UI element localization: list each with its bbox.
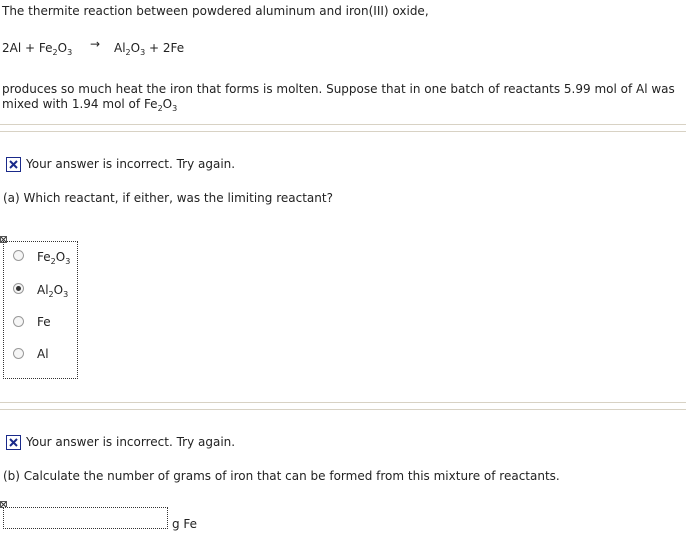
radio-fe2o3[interactable] bbox=[13, 250, 24, 261]
grams-iron-input[interactable] bbox=[3, 507, 168, 529]
reactant-al: 2Al bbox=[2, 41, 22, 55]
option-label-al: Al bbox=[37, 347, 49, 361]
option-label-al2o3: Al2O3 bbox=[37, 283, 69, 299]
part-a-feedback: Your answer is incorrect. Try again. bbox=[26, 157, 236, 171]
radio-fe[interactable] bbox=[13, 316, 24, 327]
equation-plus: + bbox=[25, 41, 36, 55]
reactant-fe2o3: Fe2O3 bbox=[38, 41, 73, 57]
reaction-arrow: → bbox=[90, 37, 101, 51]
unit-label: g Fe bbox=[172, 517, 198, 531]
intro-text: The thermite reaction between powdered a… bbox=[2, 4, 429, 18]
option-label-fe: Fe bbox=[37, 315, 51, 329]
section-divider bbox=[0, 124, 686, 132]
product-fe: + 2Fe bbox=[149, 41, 185, 55]
option-label-fe2o3: Fe2O3 bbox=[37, 250, 71, 266]
incorrect-x-icon bbox=[6, 435, 21, 450]
part-b-question: (b) Calculate the number of grams of iro… bbox=[3, 469, 560, 483]
radio-al[interactable] bbox=[13, 348, 24, 359]
chemical-equation: 2Al + Fe2O3 bbox=[2, 41, 73, 57]
section-divider bbox=[0, 402, 686, 410]
problem-text-line2: mixed with 1.94 mol of Fe2O3 bbox=[2, 97, 178, 113]
part-b-feedback: Your answer is incorrect. Try again. bbox=[26, 435, 236, 449]
incorrect-x-icon bbox=[6, 157, 21, 172]
radio-al2o3[interactable] bbox=[13, 283, 24, 294]
equation-products: Al2O3 + 2Fe bbox=[114, 41, 185, 57]
part-a-question: (a) Which reactant, if either, was the l… bbox=[3, 191, 333, 205]
product-al2o3: Al2O3 bbox=[114, 41, 146, 57]
problem-text-line1: produces so much heat the iron that form… bbox=[2, 82, 675, 96]
